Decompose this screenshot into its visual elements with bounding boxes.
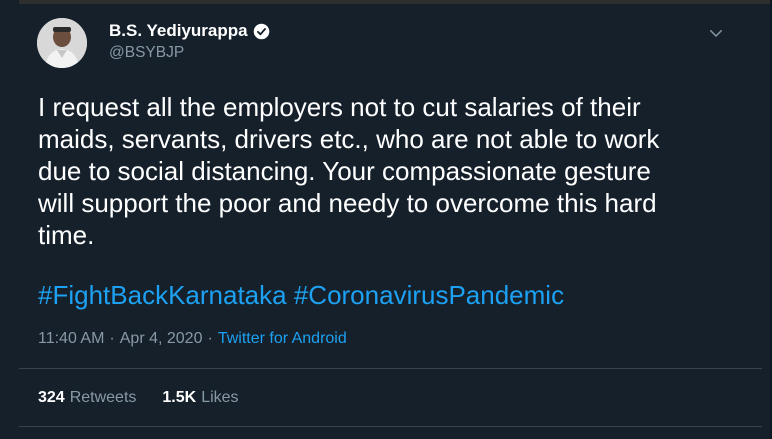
- display-name-row[interactable]: B.S. Yediyurappa: [109, 21, 270, 41]
- verified-badge-icon: [253, 23, 269, 39]
- user-handle[interactable]: @BSYBJP: [109, 44, 184, 62]
- chevron-down-icon[interactable]: [707, 24, 725, 42]
- left-margin: [0, 0, 19, 439]
- retweets-stat[interactable]: 324 Retweets: [38, 389, 136, 407]
- hashtag-link[interactable]: #CoronavirusPandemic: [294, 280, 564, 310]
- display-name[interactable]: B.S. Yediyurappa: [109, 21, 248, 41]
- tweet-card: B.S. Yediyurappa @BSYBJP I request all t…: [0, 0, 772, 439]
- retweets-label: Retweets: [69, 389, 137, 406]
- likes-label: Likes: [201, 389, 239, 406]
- meta-separator: ·: [109, 330, 115, 347]
- tweet-text: I request all the employers not to cut s…: [38, 92, 660, 250]
- divider: [19, 426, 762, 427]
- tweet-source-link[interactable]: Twitter for Android: [218, 330, 347, 347]
- hashtag-list: #FightBackKarnataka #CoronavirusPandemic: [38, 279, 564, 311]
- window-top-edge: [0, 0, 772, 4]
- tweet-time[interactable]: 11:40 AM: [38, 330, 104, 347]
- divider: [19, 368, 762, 369]
- retweets-count: 324: [38, 389, 65, 406]
- likes-stat[interactable]: 1.5K Likes: [162, 389, 238, 407]
- tweet-meta: 11:40 AM · Apr 4, 2020 · Twitter for Android: [38, 330, 347, 348]
- tweet-stats: 324 Retweets 1.5K Likes: [38, 389, 239, 407]
- avatar[interactable]: [37, 18, 87, 68]
- likes-count: 1.5K: [162, 389, 197, 406]
- hashtag-link[interactable]: #FightBackKarnataka: [38, 280, 287, 310]
- meta-separator: ·: [207, 330, 213, 347]
- tweet-date[interactable]: Apr 4, 2020: [120, 330, 203, 347]
- profile-photo-icon: [37, 18, 87, 68]
